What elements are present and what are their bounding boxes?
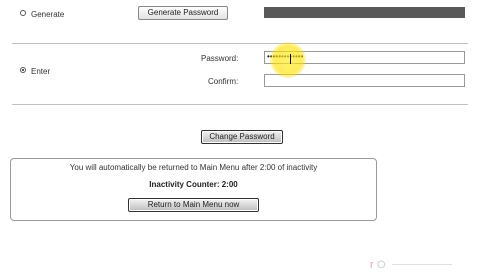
password-label: Password: [201, 54, 239, 63]
svg-text:O: O [377, 259, 387, 270]
enter-radio[interactable] [20, 67, 26, 73]
logo-watermark: r O [370, 258, 460, 273]
inactivity-counter: Inactivity Counter: 2:00 [149, 180, 238, 189]
generate-password-button[interactable]: Generate Password [138, 6, 228, 20]
generate-radio[interactable] [20, 10, 26, 16]
section-divider-top [12, 43, 468, 44]
section-divider-bottom [12, 104, 468, 105]
confirm-label: Confirm: [208, 77, 239, 86]
return-to-main-menu-button[interactable]: Return to Main Menu now [128, 198, 259, 212]
logo-icon: r O [370, 259, 452, 271]
cursor-highlight [270, 42, 306, 78]
enter-label: Enter [31, 67, 51, 76]
change-password-button[interactable]: Change Password [201, 130, 283, 144]
generated-password-display [264, 7, 465, 18]
inactivity-message: You will automatically be returned to Ma… [69, 163, 318, 172]
generate-label: Generate [31, 10, 65, 19]
svg-text:r: r [370, 259, 375, 270]
text-cursor-icon [290, 54, 291, 64]
